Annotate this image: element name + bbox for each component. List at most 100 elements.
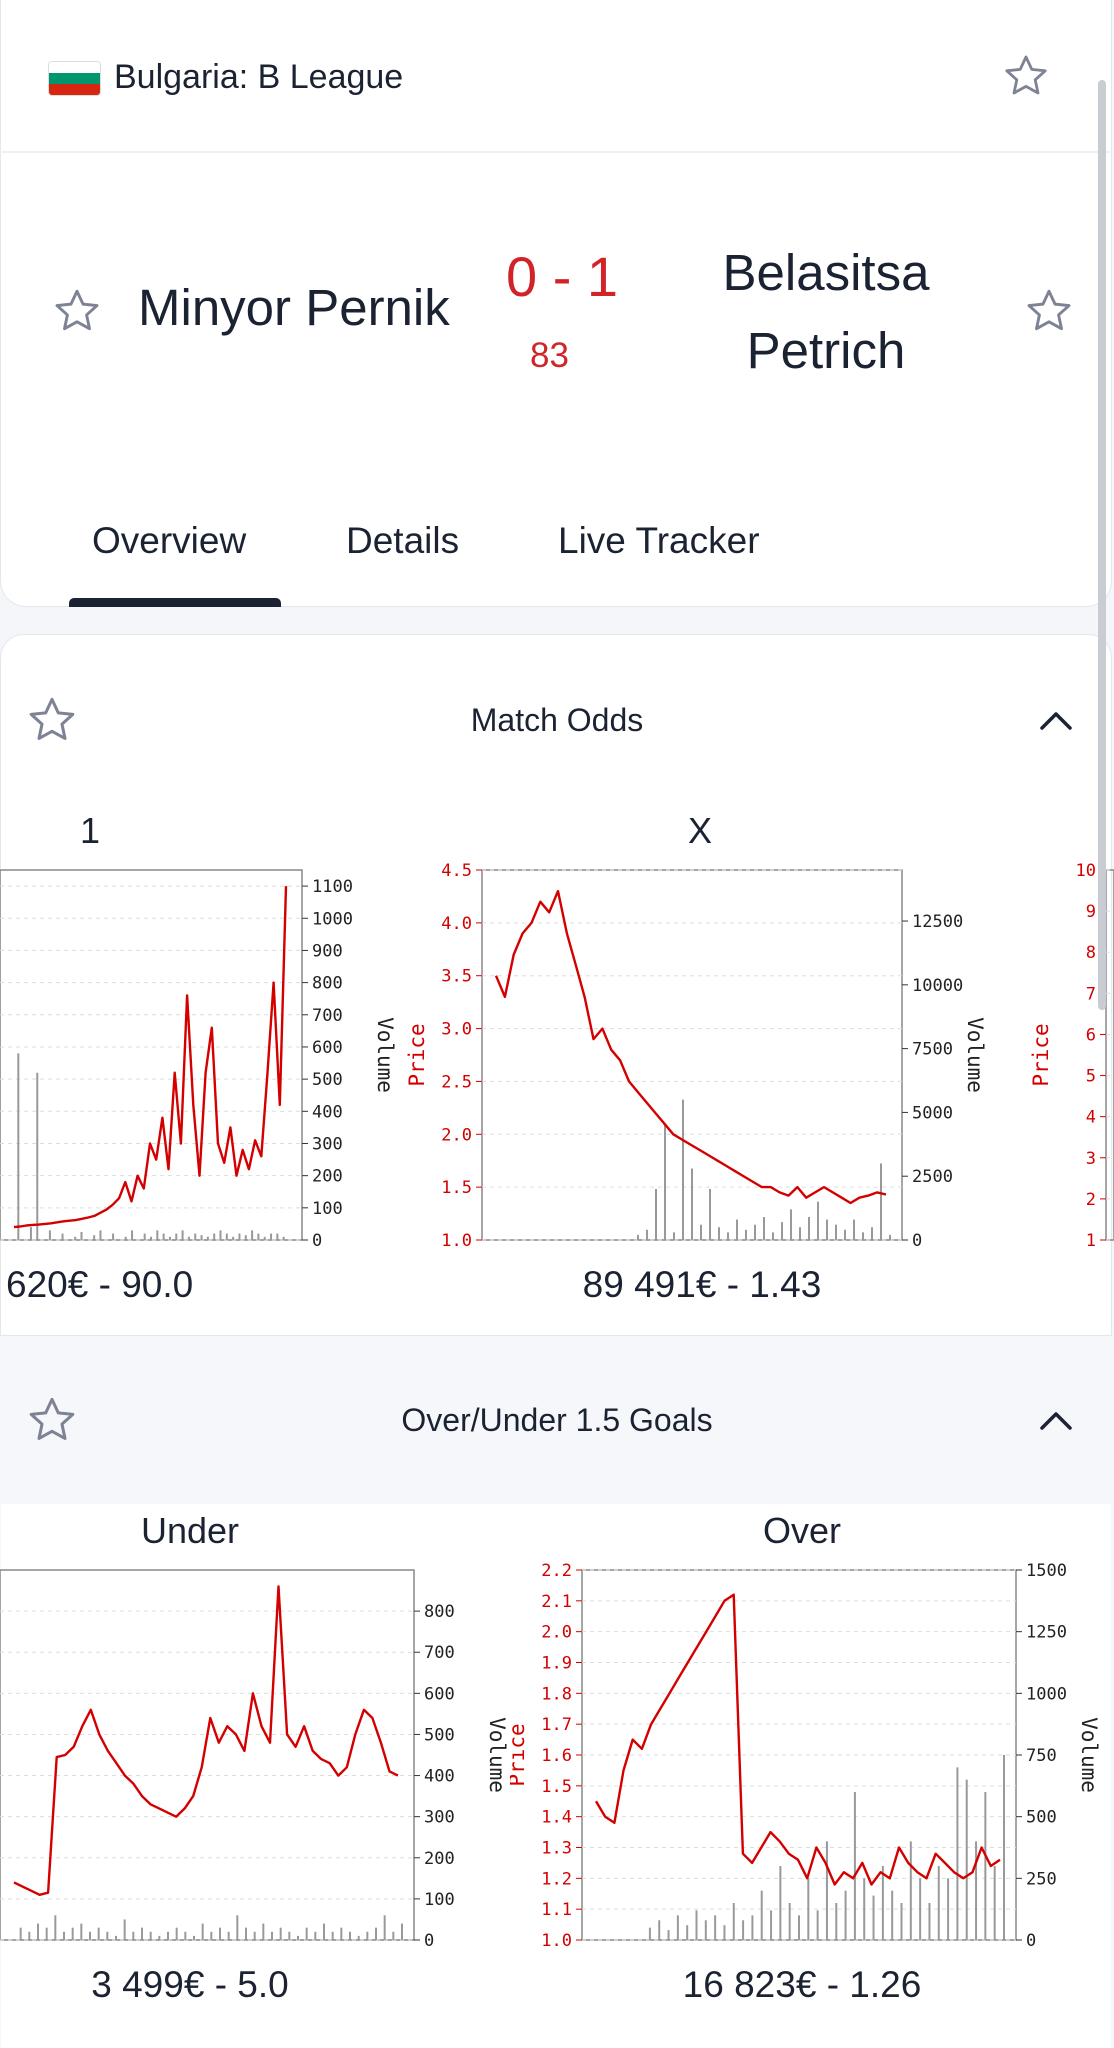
y-axis-label: Price: [510, 1723, 529, 1786]
y-tick-label: 3: [1086, 1149, 1096, 1169]
y2-tick-label: 250: [1026, 1869, 1057, 1889]
active-tab-indicator: [69, 598, 281, 607]
y2-axis-label: Volume: [1077, 1717, 1101, 1793]
y2-tick-label: 0: [912, 1231, 922, 1251]
collapse-chevron-icon[interactable]: [1038, 1406, 1074, 1439]
y2-tick-label: 1000: [312, 909, 353, 929]
y2-tick-label: 500: [312, 1070, 343, 1090]
y2-tick-label: 1100: [312, 877, 353, 897]
y2-axis-label: Volume: [963, 1017, 987, 1093]
y-tick-label: 1.6: [541, 1746, 572, 1766]
y-tick-label: 9: [1086, 902, 1096, 922]
y-tick-label: 6: [1086, 1025, 1096, 1045]
y-axis-label: Price: [405, 1023, 429, 1086]
y-tick-label: 3.5: [441, 967, 472, 987]
y2-tick-label: 100: [424, 1890, 455, 1910]
y-tick-label: 2.1: [541, 1592, 572, 1612]
scrollbar-thumb[interactable]: [1098, 80, 1106, 1010]
y2-tick-label: 500: [424, 1725, 455, 1745]
y2-tick-label: 0: [424, 1931, 434, 1951]
y2-tick-label: 2500: [912, 1167, 953, 1187]
y2-tick-label: 100: [312, 1199, 343, 1219]
chart-title: Under: [140, 1510, 240, 1551]
bulgaria-flag-icon: [49, 62, 100, 95]
y-tick-label: 4.5: [441, 861, 472, 881]
chart-title: 1: [80, 810, 101, 851]
collapse-chevron-icon[interactable]: [1038, 706, 1074, 739]
y2-tick-label: 7500: [912, 1040, 953, 1060]
y2-tick-label: 600: [312, 1038, 343, 1058]
y2-tick-label: 900: [312, 941, 343, 961]
chart-caption: 620€ - 90.0: [6, 1264, 194, 1305]
match-score: 0 - 1: [506, 245, 619, 308]
y2-tick-label: 0: [1026, 1931, 1036, 1951]
plot-frame: [1105, 869, 1114, 1241]
chart-title: X: [688, 810, 713, 851]
y-tick-label: 10: [1076, 861, 1096, 881]
y2-tick-label: 10000: [912, 976, 963, 996]
y2-tick-label: 750: [1026, 1746, 1057, 1766]
chart-ou-over: 1.0 1.1 1.2 1.3 1.4 1.5 1.6 1.7 1.8 1.9 2.0 2.1 2.2 P…: [510, 1561, 1101, 1951]
y-tick-label: 1.8: [541, 1684, 572, 1704]
y2-tick-label: 400: [312, 1102, 343, 1122]
y2-axis-label: Volume: [485, 1717, 509, 1793]
favorite-home-team-star-icon[interactable]: [52, 286, 102, 336]
tab-live-tracker[interactable]: Live Tracker: [558, 520, 760, 562]
y-tick-label: 3.0: [441, 1020, 472, 1040]
price-series-line: [594, 1593, 1001, 1886]
y2-tick-label: 800: [424, 1602, 455, 1622]
chart-caption: 16 823€ - 1.26: [682, 1964, 922, 2005]
price-series-line: [13, 886, 288, 1229]
y2-tick-label: 800: [312, 974, 343, 994]
y2-tick-label: 600: [424, 1684, 455, 1704]
away-team-name[interactable]: Belasitsa Petrich: [700, 234, 952, 390]
y2-tick-label: 300: [424, 1808, 455, 1828]
match-minute: 83: [530, 336, 569, 375]
y-tick-label: 1.7: [541, 1715, 572, 1735]
tab-details[interactable]: Details: [346, 520, 459, 562]
y-tick-label: 5: [1086, 1067, 1096, 1087]
y2-tick-label: 500: [1026, 1808, 1057, 1828]
y-tick-label: 1.3: [541, 1839, 572, 1859]
y-tick-label: 2: [1086, 1190, 1096, 1210]
price-series-line: [494, 889, 887, 1205]
y2-tick-label: 5000: [912, 1103, 953, 1123]
y-tick-label: 1: [1086, 1231, 1096, 1251]
chart-match-odds-1: 010020030040050060070080090010001100Volu…: [0, 869, 397, 1251]
header-divider: [0, 151, 1110, 153]
y2-tick-label: 700: [424, 1643, 455, 1663]
y-tick-label: 2.0: [541, 1623, 572, 1643]
y2-tick-label: 200: [424, 1849, 455, 1869]
favorite-league-star-icon[interactable]: [1002, 52, 1050, 100]
y-tick-label: 4: [1086, 1108, 1096, 1128]
y2-tick-label: 12500: [912, 912, 963, 932]
plot-frame: [0, 869, 303, 1241]
tab-overview[interactable]: Overview: [92, 520, 246, 562]
y2-tick-label: 400: [424, 1767, 455, 1787]
y-tick-label: 1.9: [541, 1654, 572, 1674]
y2-tick-label: 1500: [1026, 1561, 1067, 1581]
y-axis-label: Price: [1029, 1023, 1053, 1086]
chart-ou-under: 0 100 200 300 400 500 600 700 800 Volume: [0, 1569, 509, 1951]
y-tick-label: 2.5: [441, 1072, 472, 1092]
chart-title: Over: [762, 1510, 841, 1551]
y-tick-label: 2.0: [441, 1125, 472, 1145]
y-tick-label: 1.0: [441, 1231, 472, 1251]
favorite-away-team-star-icon[interactable]: [1024, 286, 1074, 336]
y-tick-label: 1.5: [541, 1777, 572, 1797]
y-tick-label: 7: [1086, 984, 1096, 1004]
league-name[interactable]: Bulgaria: B League: [114, 58, 403, 97]
y-tick-label: 1.4: [541, 1808, 572, 1828]
y2-tick-label: 700: [312, 1006, 343, 1026]
y2-tick-label: 1250: [1026, 1623, 1067, 1643]
y2-tick-label: 200: [312, 1167, 343, 1187]
away-team-name-line2: Petrich: [746, 322, 906, 379]
chart-caption: 3 499€ - 5.0: [91, 1964, 289, 2005]
market-title: Match Odds: [470, 702, 644, 738]
y-tick-label: 2.2: [541, 1561, 572, 1581]
home-team-name[interactable]: Minyor Pernik: [138, 278, 450, 337]
price-series-line: [13, 1585, 399, 1896]
y2-tick-label: 0: [312, 1231, 322, 1251]
chart-match-odds-x: 1.0 1.5 2.0 2.5 3.0 3.5 4.0 4.5 Price 0 2500 5000 75…: [405, 861, 987, 1251]
y-tick-label: 4.0: [441, 914, 472, 934]
